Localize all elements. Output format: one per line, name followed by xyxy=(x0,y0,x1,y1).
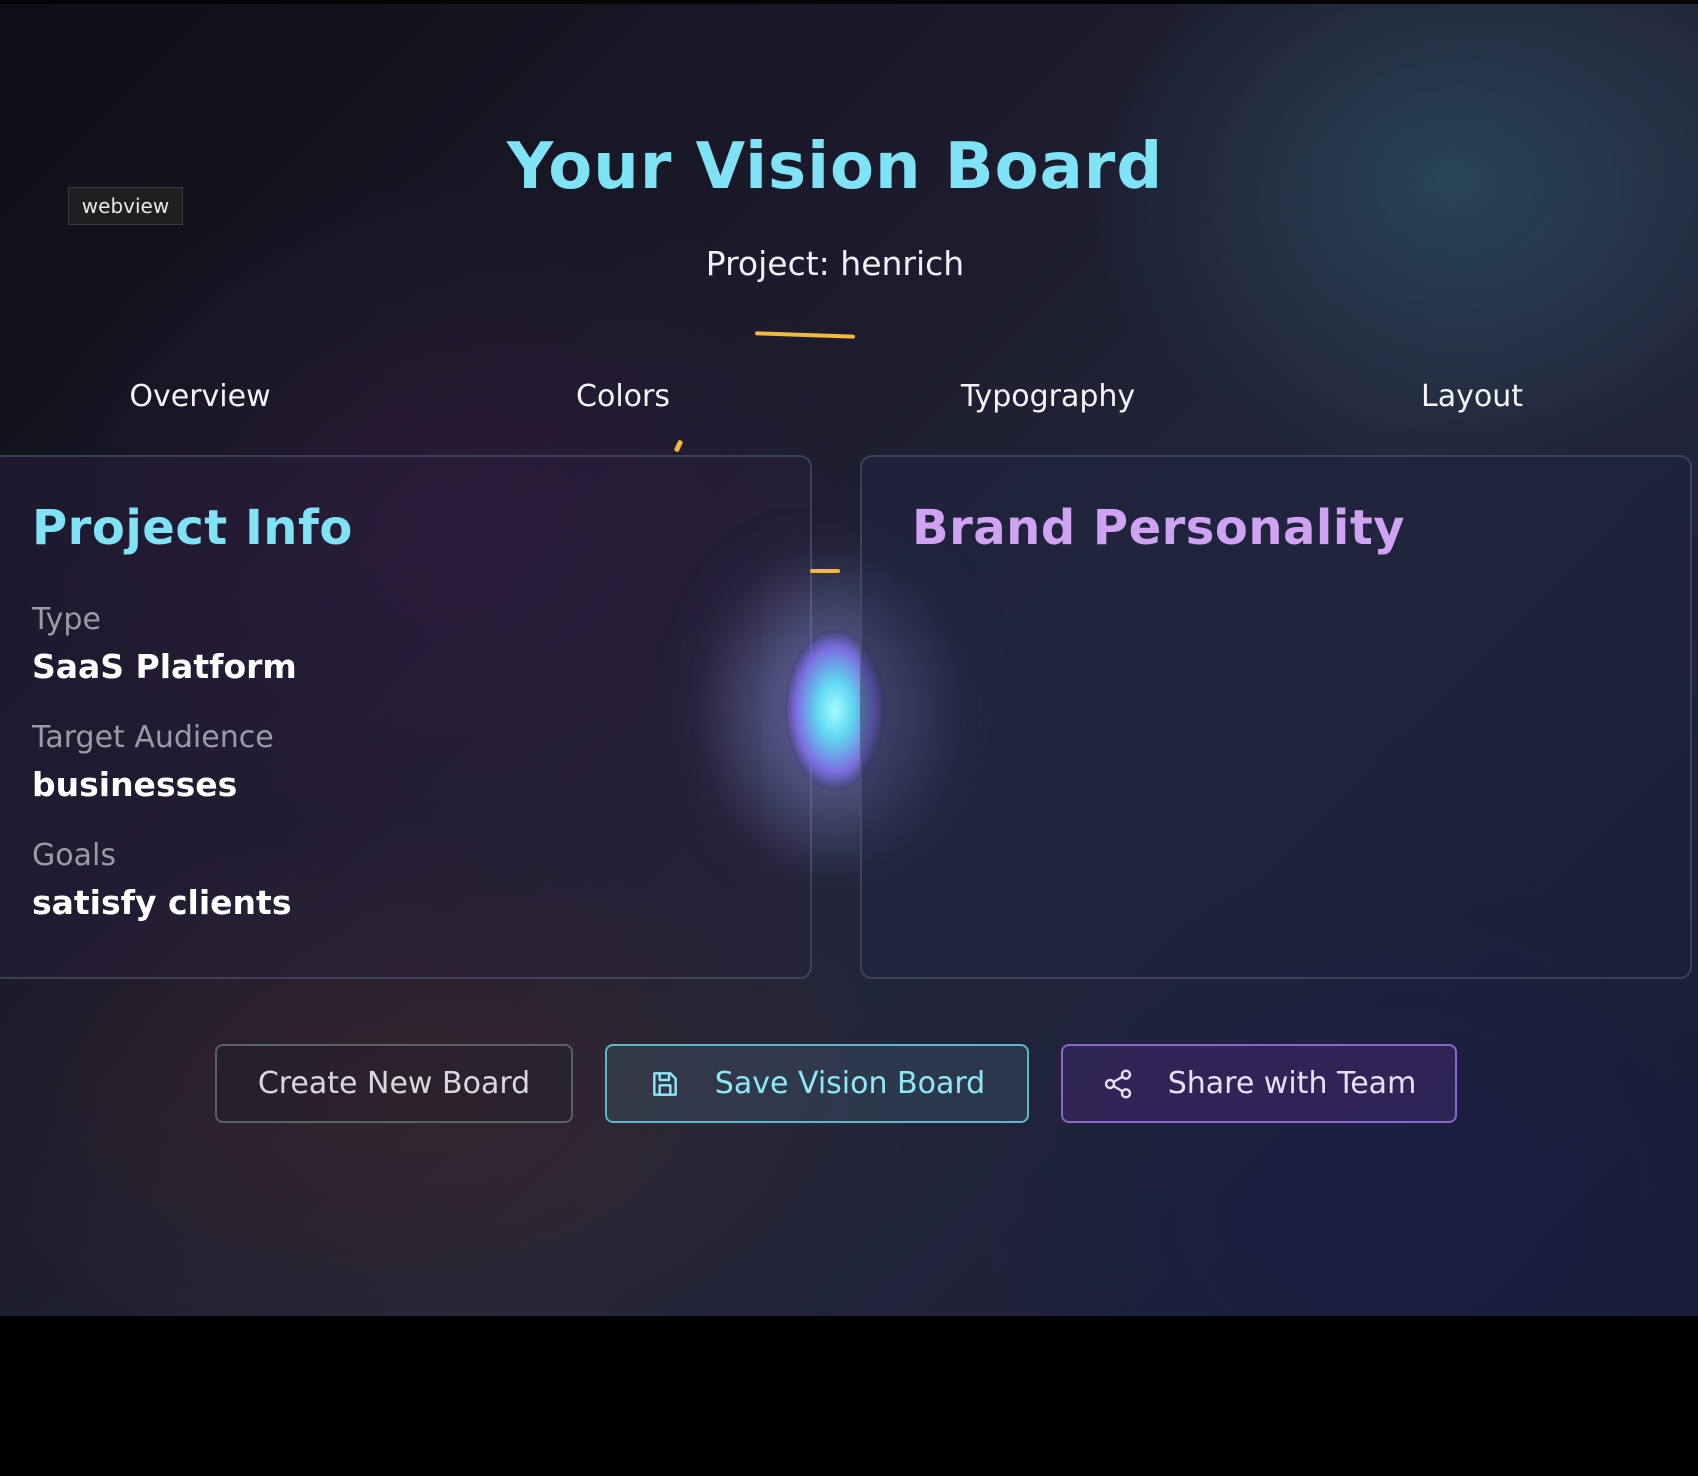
create-new-board-button[interactable]: Create New Board xyxy=(215,1044,573,1123)
tab-colors[interactable]: Colors xyxy=(473,372,773,422)
goals-label: Goals xyxy=(32,838,116,873)
save-icon xyxy=(649,1068,681,1100)
title-accent-line xyxy=(754,331,856,339)
page-title: Your Vision Board xyxy=(506,130,1164,204)
tab-layout[interactable]: Layout xyxy=(1322,372,1622,422)
decorative-spark xyxy=(810,569,840,573)
target-audience-value: businesses xyxy=(32,765,238,804)
tab-bar: Overview Colors Typography Layout xyxy=(0,372,1698,422)
tab-overview[interactable]: Overview xyxy=(50,372,350,422)
goals-value: satisfy clients xyxy=(32,883,292,922)
type-label: Type xyxy=(32,602,101,637)
share-with-team-label: Share with Team xyxy=(1167,1066,1417,1101)
brand-personality-title: Brand Personality xyxy=(912,500,1406,556)
share-icon xyxy=(1102,1068,1134,1100)
project-info-title: Project Info xyxy=(32,500,353,556)
target-audience-label: Target Audience xyxy=(32,720,274,755)
share-with-team-button[interactable]: Share with Team xyxy=(1061,1044,1457,1123)
brand-personality-card: Brand Personality xyxy=(860,455,1692,979)
project-subtitle: Project: henrich xyxy=(705,244,965,283)
window-top-edge xyxy=(0,0,1698,4)
vision-board-app: webview Your Vision Board Project: henri… xyxy=(0,0,1698,1316)
save-vision-board-button[interactable]: Save Vision Board xyxy=(605,1044,1029,1123)
decorative-spark xyxy=(673,439,684,453)
tab-typography[interactable]: Typography xyxy=(898,372,1198,422)
save-vision-board-label: Save Vision Board xyxy=(714,1066,986,1101)
type-value: SaaS Platform xyxy=(32,647,297,686)
create-new-board-label: Create New Board xyxy=(257,1066,531,1101)
